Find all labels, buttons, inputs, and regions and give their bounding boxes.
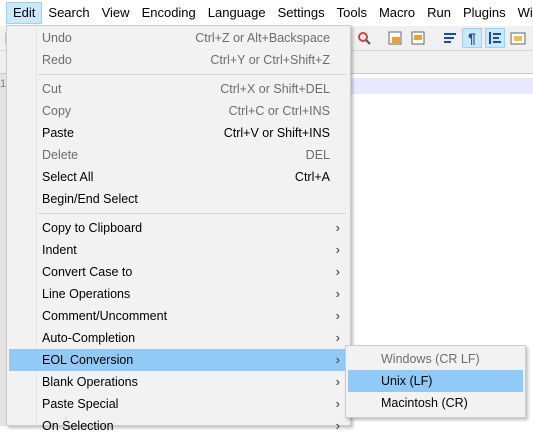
menu-item-label: On Selection: [42, 419, 114, 433]
menu-macro[interactable]: Macro: [373, 2, 421, 24]
menu-item-label: Comment/Uncomment: [42, 309, 168, 323]
menu-item-convert-case[interactable]: Convert Case to ›: [9, 261, 348, 283]
menu-item-copy[interactable]: Copy Ctrl+C or Ctrl+INS: [9, 100, 348, 122]
menu-item-shortcut: DEL: [305, 148, 330, 162]
menu-item-label: Paste: [42, 126, 74, 140]
menu-item-label: Copy to Clipboard: [42, 221, 143, 235]
menu-item-cut[interactable]: Cut Ctrl+X or Shift+DEL: [9, 78, 348, 100]
menu-item-shortcut: Ctrl+C or Ctrl+INS: [228, 104, 330, 118]
menu-separator: [38, 213, 346, 214]
eol-conversion-submenu: Windows (CR LF) Unix (LF) Macintosh (CR): [345, 345, 526, 418]
menu-item-redo[interactable]: Redo Ctrl+Y or Ctrl+Shift+Z: [9, 49, 348, 71]
menu-item-label: Convert Case to: [42, 265, 133, 279]
menu-bar: Edit Search View Encoding Language Setti…: [0, 0, 533, 26]
submenu-arrow-icon: ›: [335, 396, 340, 411]
menu-item-comment-uncomment[interactable]: Comment/Uncomment ›: [9, 305, 348, 327]
menu-item-indent[interactable]: Indent ›: [9, 239, 348, 261]
submenu-item-label: Windows (CR LF): [381, 352, 480, 366]
menu-item-shortcut: Ctrl+Y or Ctrl+Shift+Z: [210, 53, 330, 67]
menu-item-begin-end-select[interactable]: Begin/End Select: [9, 188, 348, 210]
submenu-arrow-icon: ›: [335, 352, 340, 367]
menu-item-undo[interactable]: Undo Ctrl+Z or Alt+Backspace: [9, 27, 348, 49]
menu-item-label: Paste Special: [42, 397, 119, 411]
submenu-item-label: Unix (LF): [381, 374, 433, 388]
menu-run[interactable]: Run: [421, 2, 457, 24]
menu-item-label: Blank Operations: [42, 375, 138, 389]
menu-item-label: Line Operations: [42, 287, 131, 301]
menu-edit[interactable]: Edit: [6, 2, 43, 24]
submenu-arrow-icon: ›: [335, 264, 340, 279]
zoom-icon[interactable]: [354, 28, 374, 48]
menu-item-label: Copy: [42, 104, 72, 118]
menu-item-blank-operations[interactable]: Blank Operations ›: [9, 371, 348, 393]
submenu-item-label: Macintosh (CR): [381, 396, 468, 410]
sync-vertical-icon[interactable]: [386, 28, 406, 48]
menu-item-label: Auto-Completion: [42, 331, 136, 345]
submenu-item-macintosh-cr[interactable]: Macintosh (CR): [348, 392, 523, 414]
menu-item-select-all[interactable]: Select All Ctrl+A: [9, 166, 348, 188]
submenu-arrow-icon: ›: [335, 330, 340, 345]
menu-window[interactable]: Windo: [512, 2, 533, 24]
menu-item-eol-conversion[interactable]: EOL Conversion ›: [9, 349, 348, 371]
menu-item-label: Indent: [42, 243, 77, 257]
menu-item-copy-to-clipboard[interactable]: Copy to Clipboard ›: [9, 217, 348, 239]
document-map-icon[interactable]: [508, 28, 528, 48]
menu-item-shortcut: Ctrl+Z or Alt+Backspace: [195, 31, 330, 45]
sync-horizontal-icon[interactable]: [409, 28, 429, 48]
menu-item-shortcut: Ctrl+A: [294, 170, 330, 184]
menu-encoding[interactable]: Encoding: [136, 2, 202, 24]
menu-view[interactable]: View: [96, 2, 136, 24]
submenu-item-windows-crlf[interactable]: Windows (CR LF): [348, 348, 523, 370]
menu-item-label: Delete: [42, 148, 79, 162]
menu-item-paste-special[interactable]: Paste Special ›: [9, 393, 348, 415]
menu-item-shortcut: Ctrl+X or Shift+DEL: [220, 82, 330, 96]
menu-item-shortcut: Ctrl+V or Shift+INS: [223, 126, 330, 140]
menu-item-label: Cut: [42, 82, 62, 96]
indent-guide-icon[interactable]: [485, 28, 505, 48]
edit-menu-dropdown: Undo Ctrl+Z or Alt+Backspace Redo Ctrl+Y…: [6, 25, 351, 433]
menu-separator: [38, 74, 346, 75]
menu-tools[interactable]: Tools: [331, 2, 373, 24]
menu-item-label: EOL Conversion: [42, 353, 134, 367]
menu-item-label: Select All: [42, 170, 94, 184]
menu-item-delete[interactable]: Delete DEL: [9, 144, 348, 166]
menu-item-line-operations[interactable]: Line Operations ›: [9, 283, 348, 305]
menu-item-on-selection[interactable]: On Selection ›: [9, 415, 348, 437]
show-all-characters-icon[interactable]: ¶: [462, 28, 482, 48]
menu-item-auto-completion[interactable]: Auto-Completion ›: [9, 327, 348, 349]
submenu-item-unix-lf[interactable]: Unix (LF): [348, 370, 523, 392]
menu-settings[interactable]: Settings: [272, 2, 331, 24]
menu-item-paste[interactable]: Paste Ctrl+V or Shift+INS: [9, 122, 348, 144]
menu-search[interactable]: Search: [42, 2, 95, 24]
menu-item-label: Redo: [42, 53, 72, 67]
submenu-arrow-icon: ›: [335, 286, 340, 301]
submenu-arrow-icon: ›: [335, 308, 340, 323]
menu-plugins[interactable]: Plugins: [457, 2, 512, 24]
submenu-arrow-icon: ›: [335, 220, 340, 235]
submenu-arrow-icon: ›: [335, 242, 340, 257]
menu-item-label: Undo: [42, 31, 72, 45]
word-wrap-icon[interactable]: [440, 28, 460, 48]
menu-item-label: Begin/End Select: [42, 192, 138, 206]
menu-language[interactable]: Language: [202, 2, 272, 24]
submenu-arrow-icon: ›: [335, 374, 340, 389]
